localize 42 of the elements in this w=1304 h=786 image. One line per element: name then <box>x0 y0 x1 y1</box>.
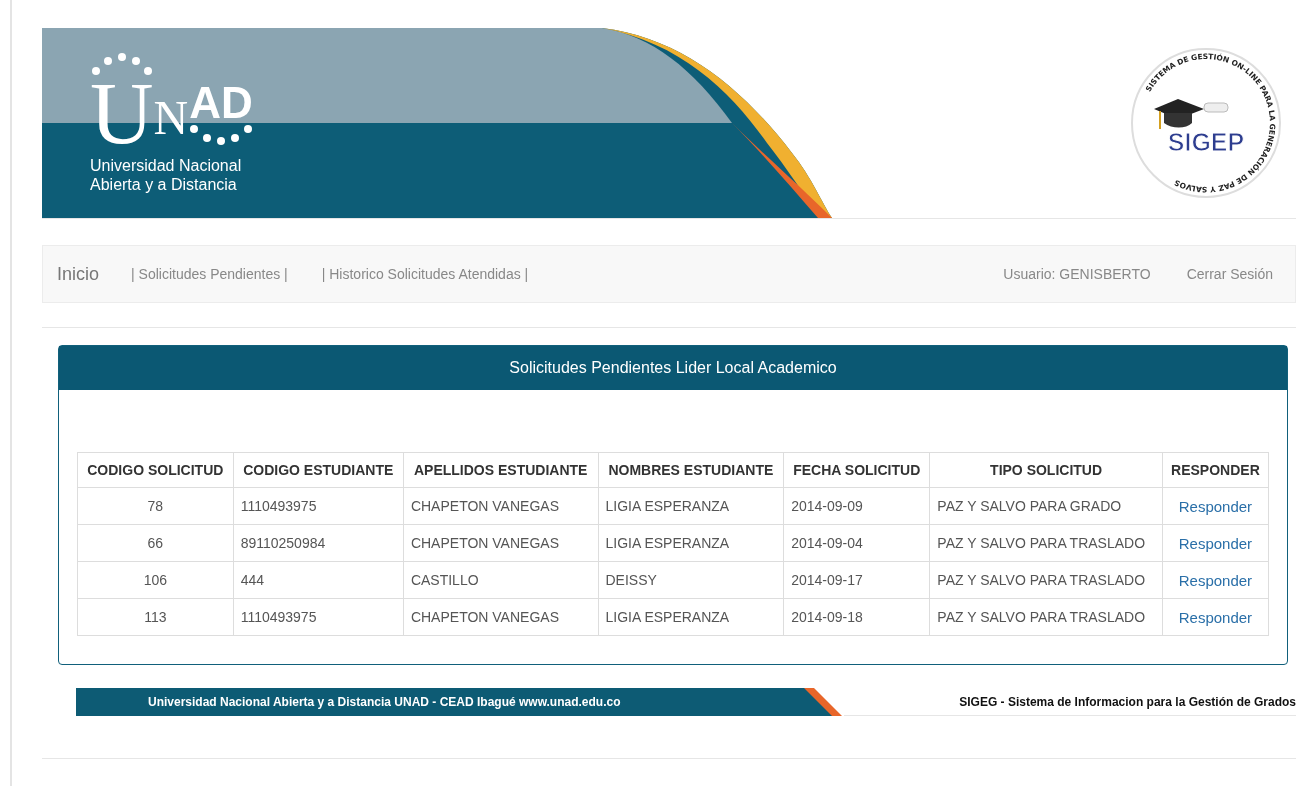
column-header: CODIGO SOLICITUD <box>77 452 234 488</box>
table-cell: 2014-09-04 <box>783 524 930 562</box>
table-cell: LIGIA ESPERANZA <box>598 598 784 636</box>
column-header: APELLIDOS ESTUDIANTE <box>403 452 598 488</box>
logout-link[interactable]: Cerrar Sesión <box>1186 266 1273 282</box>
logo-caption: Abierta y a Distancia <box>90 175 237 194</box>
table-cell: LIGIA ESPERANZA <box>598 524 784 562</box>
table-cell: 2014-09-17 <box>783 561 930 599</box>
user-label: Usuario: GENISBERTO <box>1003 266 1151 282</box>
column-header: RESPONDER <box>1162 452 1269 488</box>
table-cell: 89110250984 <box>233 524 404 562</box>
table-cell: 1110493975 <box>233 598 404 636</box>
table-cell: PAZ Y SALVO PARA TRASLADO <box>929 524 1163 562</box>
table-cell: CHAPETON VANEGAS <box>403 524 598 562</box>
table-cell: 78 <box>77 487 234 525</box>
table-cell: 2014-09-09 <box>783 487 930 525</box>
home-link[interactable]: Inicio <box>57 263 100 285</box>
column-header: CODIGO ESTUDIANTE <box>233 452 404 488</box>
table-cell: 2014-09-18 <box>783 598 930 636</box>
table-cell: 106 <box>77 561 234 599</box>
nav-link[interactable]: | Solicitudes Pendientes | <box>131 266 288 282</box>
table-cell: CASTILLO <box>403 561 598 599</box>
panel-title: Solicitudes Pendientes Lider Local Academico <box>59 346 1287 390</box>
footer-text: SIGEG - Sistema de Informacion para la Gestión de Grados <box>959 694 1296 709</box>
table-cell: DEISSY <box>598 561 784 599</box>
column-header: FECHA SOLICITUD <box>783 452 930 488</box>
logo-caption: Universidad Nacional <box>90 156 242 175</box>
column-header: TIPO SOLICITUD <box>929 452 1163 488</box>
table-cell: 113 <box>77 598 234 636</box>
table-cell: LIGIA ESPERANZA <box>598 487 784 525</box>
table-cell: PAZ Y SALVO PARA GRADO <box>929 487 1163 525</box>
footer-text: Universidad Nacional Abierta y a Distancia UNAD - CEAD Ibagué www.unad.edu.co <box>148 695 621 709</box>
table-cell: 1110493975 <box>233 487 404 525</box>
table-cell: CHAPETON VANEGAS <box>403 487 598 525</box>
logo-letters: AD <box>189 82 253 124</box>
table-cell: PAZ Y SALVO PARA TRASLADO <box>929 561 1163 599</box>
table-cell: 66 <box>77 524 234 562</box>
table-cell: CHAPETON VANEGAS <box>403 598 598 636</box>
column-header: NOMBRES ESTUDIANTE <box>598 452 784 488</box>
table-cell: 444 <box>233 561 404 599</box>
nav-link[interactable]: | Historico Solicitudes Atendidas | <box>321 266 529 282</box>
table-cell: PAZ Y SALVO PARA TRASLADO <box>929 598 1163 636</box>
